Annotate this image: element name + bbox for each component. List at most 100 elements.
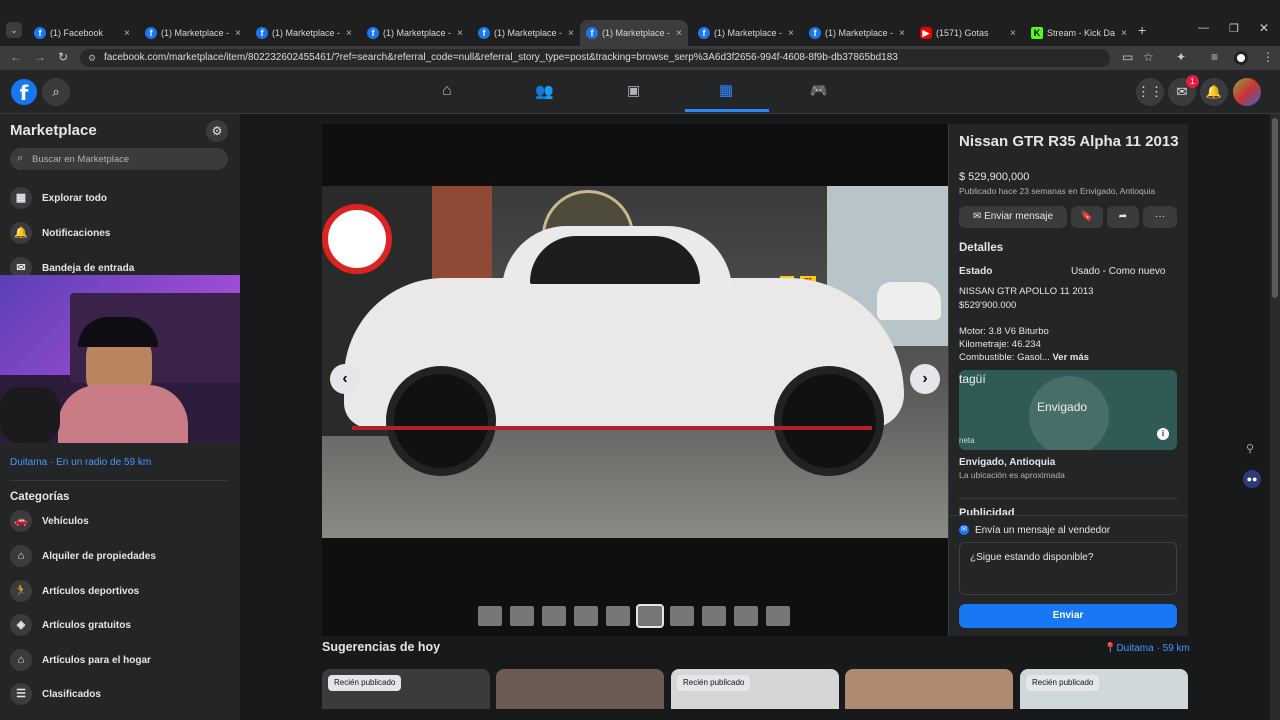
suggestion-card[interactable] [496,669,664,709]
send-button[interactable]: Enviar [959,604,1177,628]
close-icon[interactable]: × [346,28,358,39]
listing-photo[interactable]: 72 73 [322,186,948,538]
close-icon[interactable]: × [124,28,136,39]
state-value: Usado - Como nuevo [1071,266,1166,277]
thumbnail[interactable] [574,606,598,626]
motor-line: Motor: 3.8 V6 Biturbo [959,326,1049,337]
tab-marketplace-2[interactable]: f (1) Marketplace - × [250,20,358,46]
thumbnail[interactable] [766,606,790,626]
tab-facebook[interactable]: f (1) Facebook × [28,20,136,46]
gear-icon[interactable]: ⚙ [206,120,228,142]
tab-search-icon[interactable]: ⌄ [6,22,22,38]
thumbnail[interactable] [510,606,534,626]
message-input[interactable]: ¿Sigue estando disponible? [959,542,1177,595]
minimize-icon[interactable]: — [1198,22,1209,34]
back-icon[interactable]: ← [10,50,22,64]
avatar[interactable] [1233,78,1261,106]
thumbnail-selected[interactable] [636,604,664,628]
profile-icon[interactable] [1234,51,1248,65]
suggestion-card[interactable]: Recién publicado [1020,669,1188,709]
thumbnail[interactable] [542,606,566,626]
close-icon[interactable]: × [899,28,911,39]
reload-icon[interactable]: ↻ [58,50,68,64]
tab-marketplace-1[interactable]: f (1) Marketplace - × [139,20,247,46]
tab-marketplace-active[interactable]: f (1) Marketplace - × [580,20,688,46]
thumbnail[interactable] [478,606,502,626]
marketplace-icon[interactable]: ▦ [719,81,733,99]
send-message-button[interactable]: ✉ Enviar mensaje [959,206,1067,228]
menu-icon[interactable]: ⋮ [1262,50,1274,64]
floating-tools-icon[interactable]: ⚲ [1246,442,1254,455]
site-info-icon[interactable]: ⚙ [88,49,96,67]
tab-kick[interactable]: K Stream - Kick Da × [1025,20,1133,46]
new-badge: Recién publicado [677,675,751,691]
thumbnail[interactable] [734,606,758,626]
bell-icon[interactable]: 🔔 [1200,78,1228,106]
youtube-icon: ▶ [920,27,932,39]
tab-marketplace-6[interactable]: f (1) Marketplace - × [692,20,800,46]
restore-icon[interactable]: ❐ [1229,22,1239,35]
close-icon[interactable]: × [568,28,580,39]
ellipsis-icon: ··· [1155,211,1165,222]
extensions-icon[interactable]: ✦ [1176,50,1186,64]
floating-bot-icon[interactable]: ●● [1243,470,1261,488]
close-icon[interactable]: × [457,28,469,39]
location-map[interactable]: tagüí Envigado neta i [959,370,1177,450]
red-trim [352,426,872,430]
close-window-icon[interactable]: ✕ [1259,21,1269,35]
url-input[interactable]: ⚙ facebook.com/marketplace/item/80223260… [80,49,1110,67]
suggestion-card[interactable] [845,669,1013,709]
close-icon[interactable]: × [1010,28,1022,39]
background-car [877,282,941,320]
suggestions-location[interactable]: 📍Duitama · 59 km [1104,643,1190,654]
home-icon[interactable]: ⌂ [442,82,452,100]
category-vehicles[interactable]: 🚗 Vehículos [10,510,89,532]
category-rentals[interactable]: ⌂ Alquiler de propiedades [10,545,156,567]
next-photo-button[interactable]: › [910,364,940,394]
save-button[interactable]: 🔖 [1071,206,1103,228]
thumbnail[interactable] [670,606,694,626]
forward-icon[interactable]: → [34,50,46,64]
scrollbar-thumb[interactable] [1272,118,1278,298]
suggestion-card[interactable]: Recién publicado [322,669,490,709]
thumbnail[interactable] [606,606,630,626]
close-icon[interactable]: × [676,28,688,39]
location-filter[interactable]: Duitama · En un radio de 59 km [10,457,151,468]
video-icon[interactable]: ▣ [627,82,640,99]
tab-marketplace-7[interactable]: f (1) Marketplace - × [803,20,911,46]
info-icon[interactable]: i [1157,428,1169,440]
pin-icon: 📍 [1104,643,1117,654]
description-line-2: $529'900.000 [959,300,1017,311]
close-icon[interactable]: × [788,28,800,39]
tab-marketplace-3[interactable]: f (1) Marketplace - × [361,20,469,46]
facebook-icon: f [809,27,821,39]
category-free[interactable]: ◈ Artículos gratuitos [10,614,131,636]
bookmark-star-icon[interactable]: ☆ [1143,50,1154,64]
see-more-link[interactable]: Ver más [1052,352,1088,363]
gaming-icon[interactable]: 🎮 [810,82,827,99]
page-scrollbar[interactable] [1270,114,1280,720]
category-classifieds[interactable]: ☰ Clasificados [10,683,101,705]
sidebar-item-explore[interactable]: ▦ Explorar todo [10,187,107,209]
suggestion-card[interactable]: Recién publicado [671,669,839,709]
friends-icon[interactable]: 👥 [535,82,554,100]
tab-youtube[interactable]: ▶ (1571) Gotas × [914,20,1022,46]
sidebar-item-notifications[interactable]: 🔔 Notificaciones [10,222,110,244]
close-icon[interactable]: × [235,28,247,39]
media-icon[interactable]: ≡ [1211,50,1218,64]
thumbnail[interactable] [702,606,726,626]
search-icon[interactable]: ⌕ [42,78,70,106]
tab-marketplace-4[interactable]: f (1) Marketplace - × [472,20,580,46]
share-button[interactable]: ➦ [1107,206,1139,228]
menu-grid-icon[interactable]: ⋮⋮ [1136,78,1164,106]
more-button[interactable]: ··· [1143,206,1177,228]
facebook-logo[interactable]: f [11,79,37,105]
marketplace-search[interactable]: ⌕ Buscar en Marketplace [10,148,228,170]
install-icon[interactable]: ▭ [1122,50,1133,64]
category-sports[interactable]: 🏃 Artículos deportivos [10,580,139,602]
category-home[interactable]: ⌂ Artículos para el hogar [10,649,151,671]
prev-photo-button[interactable]: ‹ [330,364,360,394]
new-tab-icon[interactable]: + [1138,22,1146,38]
close-icon[interactable]: × [1121,28,1133,39]
map-label-left: tagüí [959,372,986,386]
